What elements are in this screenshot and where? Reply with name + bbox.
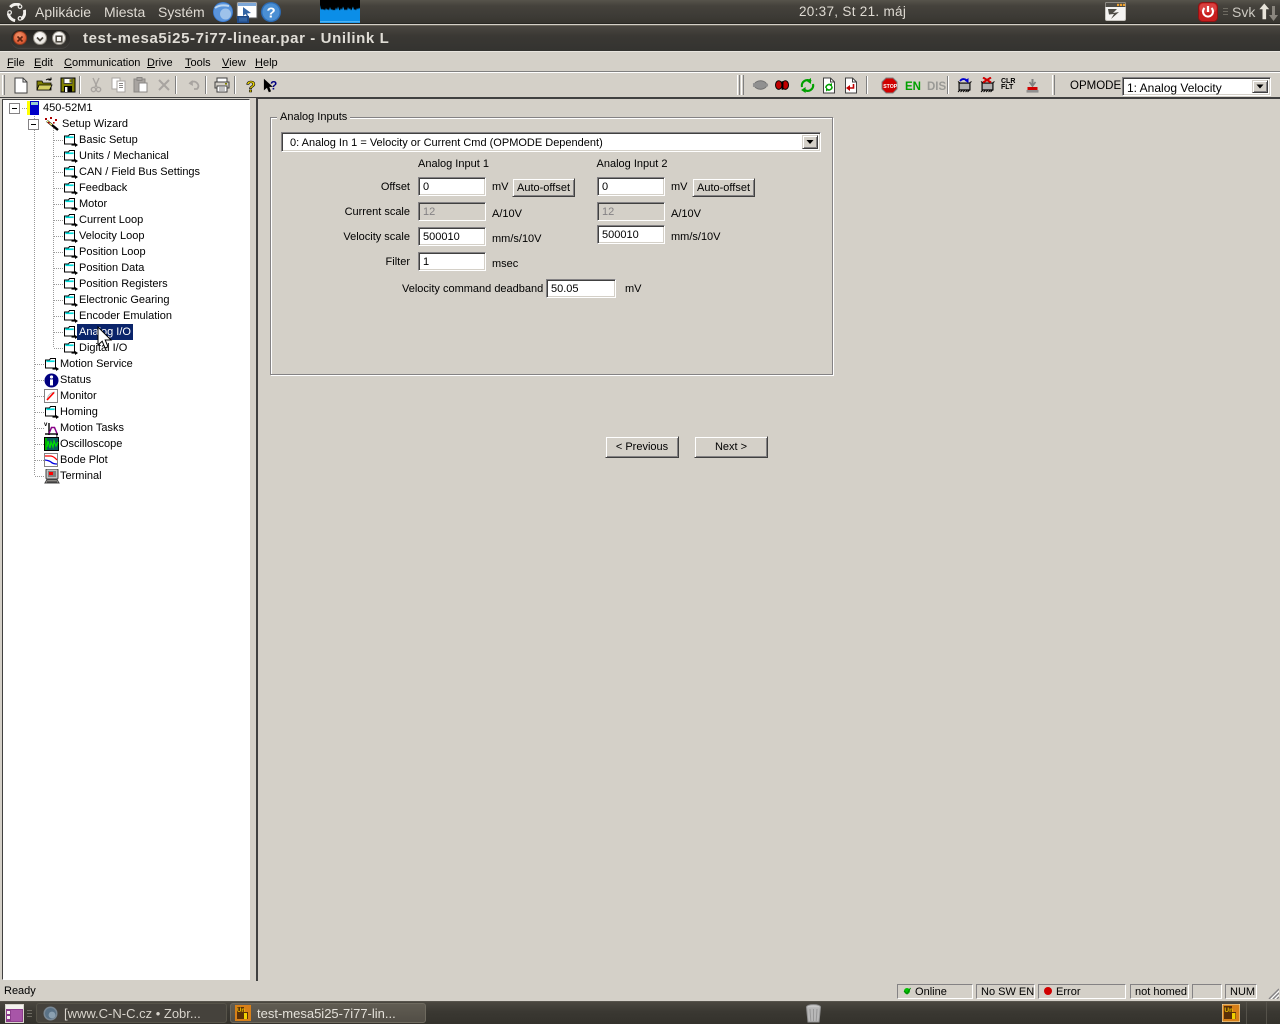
svg-text:?: ?	[270, 80, 277, 93]
svg-text:Un: Un	[237, 1008, 245, 1014]
svg-text:?: ?	[267, 5, 276, 22]
svg-text:STOP: STOP	[883, 84, 898, 90]
svg-text:v: v	[44, 422, 48, 428]
svg-text:Un: Un	[1224, 1007, 1233, 1014]
svg-text:?: ?	[246, 79, 256, 94]
